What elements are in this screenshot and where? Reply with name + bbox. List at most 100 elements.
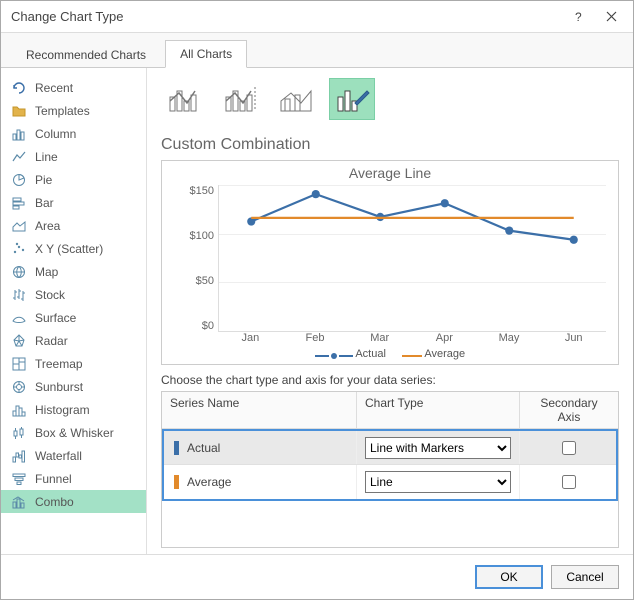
tab-all-charts[interactable]: All Charts <box>165 40 247 68</box>
combo-chart-icon <box>11 494 27 510</box>
line-chart-icon <box>11 149 27 165</box>
secondary-axis-checkbox[interactable] <box>562 441 576 455</box>
combo-clustered-column-line[interactable] <box>161 78 207 120</box>
sidebar-item-label: Area <box>35 219 60 233</box>
y-tick: $100 <box>190 230 214 242</box>
sidebar-item-box-whisker[interactable]: Box & Whisker <box>1 421 146 444</box>
sidebar-item-line[interactable]: Line <box>1 145 146 168</box>
column-chart-icon <box>11 126 27 142</box>
series-chart-type-select[interactable]: Line <box>365 471 511 493</box>
sidebar-item-templates[interactable]: Templates <box>1 99 146 122</box>
sidebar-item-combo[interactable]: Combo <box>1 490 146 513</box>
x-tick: Feb <box>283 332 348 344</box>
series-row-actual[interactable]: Actual Line with Markers <box>164 431 616 465</box>
legend-swatch-average <box>402 355 422 357</box>
templates-icon <box>11 103 27 119</box>
sidebar-item-treemap[interactable]: Treemap <box>1 352 146 375</box>
combo-custom[interactable] <box>329 78 375 120</box>
sidebar-item-label: Map <box>35 265 58 279</box>
sidebar-item-label: Column <box>35 127 76 141</box>
series-config-table: Series Name Chart Type Secondary Axis Ac… <box>161 391 619 548</box>
col-chart-type: Chart Type <box>357 392 520 428</box>
sidebar-item-label: Surface <box>35 311 76 325</box>
legend-item-actual: Actual <box>315 348 386 360</box>
sidebar-item-label: Combo <box>35 495 74 509</box>
change-chart-type-dialog: Change Chart Type ? Recommended Charts A… <box>0 0 634 600</box>
sidebar-item-map[interactable]: Map <box>1 260 146 283</box>
series-name-text: Average <box>187 475 231 489</box>
series-name-text: Actual <box>187 441 220 455</box>
sidebar-item-pie[interactable]: Pie <box>1 168 146 191</box>
sidebar-item-histogram[interactable]: Histogram <box>1 398 146 421</box>
cancel-button[interactable]: Cancel <box>551 565 619 589</box>
sidebar-item-label: Templates <box>35 104 90 118</box>
y-axis: $150 $100 $50 $0 <box>168 181 218 332</box>
sunburst-chart-icon <box>11 379 27 395</box>
sidebar-item-label: Funnel <box>35 472 72 486</box>
sidebar-item-label: Radar <box>35 334 68 348</box>
close-button[interactable] <box>595 5 627 29</box>
x-tick: May <box>477 332 542 344</box>
sidebar-item-bar[interactable]: Bar <box>1 191 146 214</box>
bar-chart-icon <box>11 195 27 211</box>
sidebar-item-label: Treemap <box>35 357 83 371</box>
series-header: Series Name Chart Type Secondary Axis <box>162 392 618 429</box>
x-tick: Mar <box>347 332 412 344</box>
sidebar-item-surface[interactable]: Surface <box>1 306 146 329</box>
map-chart-icon <box>11 264 27 280</box>
sidebar-item-area[interactable]: Area <box>1 214 146 237</box>
y-tick: $150 <box>190 185 214 197</box>
series-row-average[interactable]: Average Line <box>164 465 616 499</box>
stock-chart-icon <box>11 287 27 303</box>
secondary-axis-checkbox[interactable] <box>562 475 576 489</box>
main-panel: Custom Combination Average Line $150 $10… <box>147 68 633 554</box>
sidebar-item-sunburst[interactable]: Sunburst <box>1 375 146 398</box>
sidebar-item-label: Sunburst <box>35 380 83 394</box>
series-chart-type-select[interactable]: Line with Markers <box>365 437 511 459</box>
legend-label: Average <box>424 348 465 360</box>
sidebar-item-label: Histogram <box>35 403 90 417</box>
x-tick: Jan <box>218 332 283 344</box>
sidebar-item-scatter[interactable]: X Y (Scatter) <box>1 237 146 260</box>
radar-chart-icon <box>11 333 27 349</box>
sidebar-item-label: Stock <box>35 288 65 302</box>
y-tick: $50 <box>196 275 214 287</box>
sidebar-item-column[interactable]: Column <box>1 122 146 145</box>
series-color-swatch <box>174 475 179 489</box>
combo-subtype-row <box>161 78 619 120</box>
sidebar-item-radar[interactable]: Radar <box>1 329 146 352</box>
titlebar: Change Chart Type ? <box>1 1 633 33</box>
box-whisker-icon <box>11 425 27 441</box>
plot-area <box>218 185 606 332</box>
sidebar-item-waterfall[interactable]: Waterfall <box>1 444 146 467</box>
window-title: Change Chart Type <box>11 9 563 24</box>
x-axis: Jan Feb Mar Apr May Jun <box>218 332 612 344</box>
col-secondary-axis: Secondary Axis <box>520 392 618 428</box>
series-config-label: Choose the chart type and axis for your … <box>161 373 619 387</box>
sidebar-item-label: Pie <box>35 173 52 187</box>
sidebar-item-recent[interactable]: Recent <box>1 76 146 99</box>
area-chart-icon <box>11 218 27 234</box>
sidebar-item-funnel[interactable]: Funnel <box>1 467 146 490</box>
scatter-chart-icon <box>11 241 27 257</box>
histogram-chart-icon <box>11 402 27 418</box>
chart-title: Average Line <box>168 165 612 181</box>
funnel-chart-icon <box>11 471 27 487</box>
ok-button[interactable]: OK <box>475 565 543 589</box>
help-button[interactable]: ? <box>563 5 595 29</box>
chart-legend: Actual Average <box>168 348 612 360</box>
dialog-footer: OK Cancel <box>1 554 633 599</box>
tab-recommended-charts[interactable]: Recommended Charts <box>11 41 161 68</box>
legend-swatch-actual <box>315 353 353 359</box>
surface-chart-icon <box>11 310 27 326</box>
combo-stacked-area-column[interactable] <box>273 78 319 120</box>
dialog-body: Recent Templates Column Line Pie Bar <box>1 68 633 554</box>
sidebar-item-label: Bar <box>35 196 54 210</box>
sidebar-item-label: Box & Whisker <box>35 426 114 440</box>
chart-category-sidebar: Recent Templates Column Line Pie Bar <box>1 68 147 554</box>
sidebar-item-label: Waterfall <box>35 449 82 463</box>
chart-preview: Average Line $150 $100 $50 $0 <box>161 160 619 365</box>
combo-clustered-column-line-secondary[interactable] <box>217 78 263 120</box>
sidebar-item-stock[interactable]: Stock <box>1 283 146 306</box>
y-tick: $0 <box>202 320 214 332</box>
